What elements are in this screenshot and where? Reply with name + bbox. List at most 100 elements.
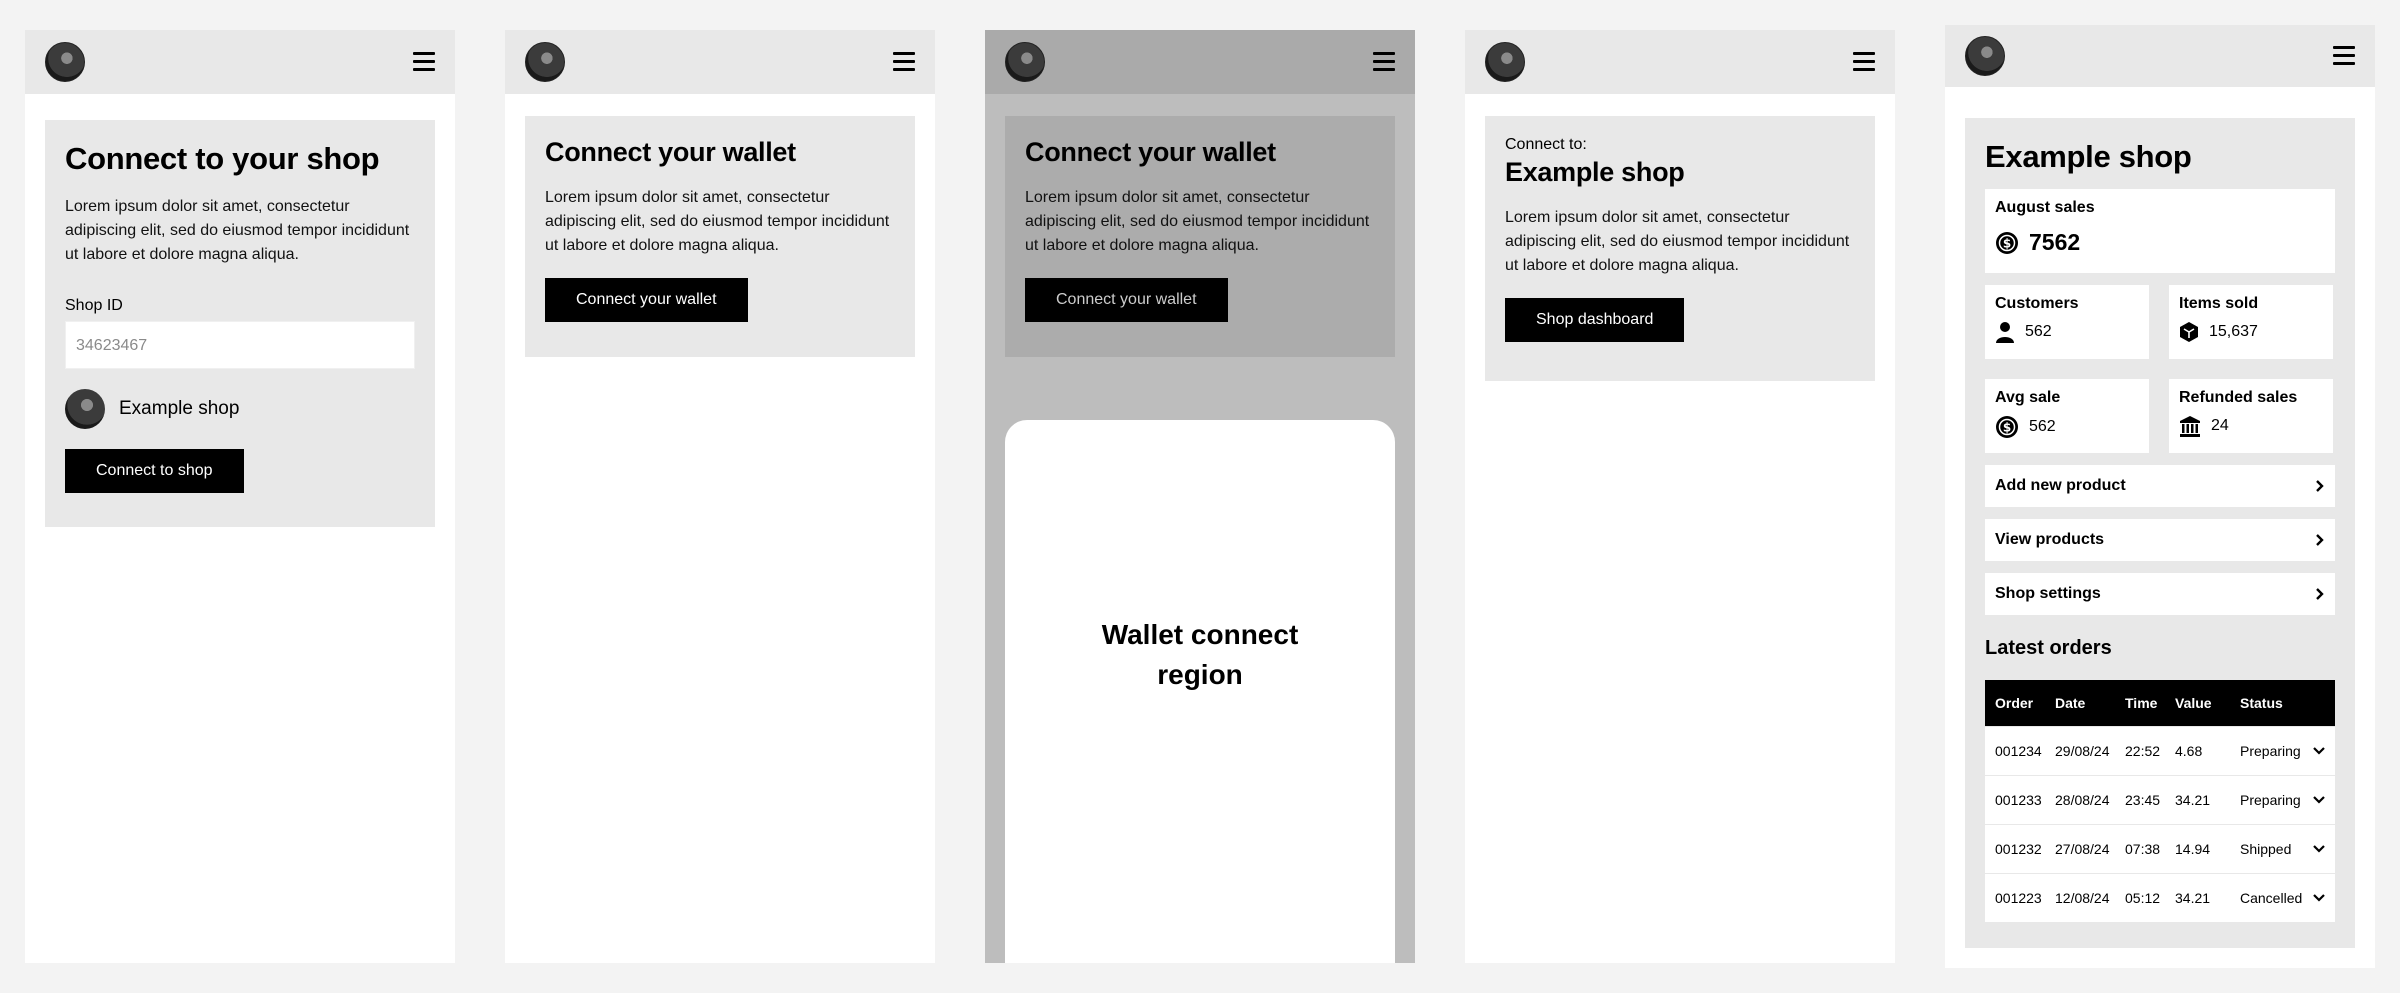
shop-item[interactable]: Example shop	[65, 389, 415, 430]
dollar-coin-icon: $	[1996, 231, 2018, 254]
top-bar	[1945, 25, 2375, 87]
dashboard-card: Example shop August sales $ 7562 Custome…	[1965, 118, 2355, 948]
box-icon	[2180, 322, 2198, 343]
avatar[interactable]	[1485, 42, 1525, 82]
order-status: Preparing	[2240, 742, 2301, 759]
order-value: 34.21	[2165, 872, 2230, 923]
order-status-cell[interactable]: Cancelled	[2230, 872, 2335, 923]
order-status-cell[interactable]: Preparing	[2230, 725, 2335, 776]
items-sold-stat: Items sold 15,637	[2169, 285, 2333, 360]
august-sales-value: 7562	[2029, 229, 2081, 256]
add-new-product-link[interactable]: Add new product	[1985, 465, 2335, 508]
order-time: 23:45	[2115, 774, 2165, 825]
shop-title: Example shop	[1985, 139, 2192, 174]
table-row[interactable]: 001223 12/08/24 05:12 34.21 Cancelled	[1985, 872, 2335, 923]
link-label: Add new product	[1995, 477, 2126, 495]
page-title: Connect to your shop	[65, 141, 380, 176]
top-bar	[25, 30, 455, 94]
chevron-down-icon[interactable]	[2313, 795, 2325, 804]
table-header: Value	[2175, 694, 2212, 711]
connect-wallet-card: Connect your wallet Lorem ipsum dolor si…	[525, 116, 915, 357]
avg-sale-value: 562	[2029, 418, 2056, 436]
link-label: View products	[1995, 531, 2105, 549]
order-status: Preparing	[2240, 791, 2301, 808]
link-label: Shop settings	[1995, 585, 2101, 603]
top-bar	[985, 30, 1415, 94]
order-date: 27/08/24	[2045, 823, 2115, 874]
menu-icon[interactable]	[413, 52, 435, 72]
august-sales-stat: August sales $ 7562	[1985, 189, 2335, 274]
menu-icon[interactable]	[1853, 52, 1875, 72]
refunded-sales-value: 24	[2211, 417, 2229, 435]
top-bar	[505, 30, 935, 94]
shop-name: Example shop	[119, 398, 240, 420]
order-status: Shipped	[2240, 840, 2292, 857]
menu-icon[interactable]	[2333, 46, 2355, 66]
table-row[interactable]: 001233 28/08/24 23:45 34.21 Preparing	[1985, 774, 2335, 825]
chevron-right-icon	[2316, 534, 2324, 547]
chevron-down-icon[interactable]	[2313, 894, 2325, 902]
avatar[interactable]	[525, 42, 565, 82]
avg-sale-stat: Avg sale $ 562	[1985, 379, 2149, 454]
order-id: 001233	[1985, 774, 2045, 825]
avatar[interactable]	[1005, 42, 1045, 82]
order-time: 05:12	[2115, 872, 2165, 923]
shop-settings-link[interactable]: Shop settings	[1985, 573, 2335, 616]
top-bar	[1465, 30, 1895, 94]
table-row[interactable]: 001232 27/08/24 07:38 14.94 Shipped	[1985, 823, 2335, 874]
screen-connect-wallet: Connect your wallet Lorem ipsum dolor si…	[505, 30, 935, 963]
chevron-right-icon	[2316, 588, 2324, 601]
screen-connect-confirm: Connect to: Example shop Lorem ipsum dol…	[1465, 30, 1895, 963]
table-header-row: Order Date Time Value Status	[1985, 680, 2335, 727]
august-sales-label: August sales	[1995, 199, 2095, 217]
wallet-connect-modal[interactable]: Wallet connect region	[1005, 420, 1395, 963]
order-value: 14.94	[2165, 823, 2230, 874]
order-value: 4.68	[2165, 725, 2230, 776]
bank-icon	[2180, 416, 2200, 438]
order-date: 29/08/24	[2045, 725, 2115, 776]
chevron-down-icon[interactable]	[2313, 844, 2325, 853]
table-header: Status	[2240, 694, 2283, 711]
stats-grid: Customers 562 Items sold 15,637 Avg sale…	[1985, 285, 2335, 454]
connect-to-label: Connect to:	[1505, 136, 1587, 153]
screen-connect-shop: Connect to your shop Lorem ipsum dolor s…	[25, 30, 455, 963]
avg-sale-label: Avg sale	[1995, 389, 2061, 407]
svg-text:$: $	[2003, 421, 2011, 435]
table-header: Time	[2125, 694, 2158, 711]
screen-wallet-modal: Connect your wallet Lorem ipsum dolor si…	[985, 30, 1415, 963]
order-time: 07:38	[2115, 823, 2165, 874]
shop-id-input[interactable]: 34623467	[65, 321, 415, 370]
customers-stat: Customers 562	[1985, 285, 2149, 360]
menu-icon[interactable]	[893, 52, 915, 72]
dollar-coin-icon: $	[1996, 416, 2018, 439]
order-status: Cancelled	[2240, 889, 2303, 906]
order-id: 001234	[1985, 725, 2045, 776]
refunded-sales-label: Refunded sales	[2179, 389, 2298, 407]
order-id: 001223	[1985, 872, 2045, 923]
table-header: Order	[1995, 694, 2034, 711]
menu-icon[interactable]	[1373, 52, 1395, 72]
table-header: Date	[2055, 694, 2086, 711]
connect-wallet-button[interactable]: Connect your wallet	[1025, 278, 1228, 323]
person-icon	[1996, 322, 2014, 344]
body-text: Lorem ipsum dolor sit amet, consectetur …	[65, 198, 410, 264]
avatar[interactable]	[45, 42, 85, 82]
order-value: 34.21	[2165, 774, 2230, 825]
order-id: 001232	[1985, 823, 2045, 874]
page-title: Connect your wallet	[545, 137, 796, 167]
shop-dashboard-button[interactable]: Shop dashboard	[1505, 298, 1685, 343]
customers-label: Customers	[1995, 295, 2079, 313]
order-status-cell[interactable]: Preparing	[2230, 774, 2335, 825]
table-row[interactable]: 001234 29/08/24 22:52 4.68 Preparing	[1985, 725, 2335, 776]
order-date: 28/08/24	[2045, 774, 2115, 825]
connect-shop-card: Connect to your shop Lorem ipsum dolor s…	[45, 120, 435, 527]
order-status-cell[interactable]: Shipped	[2230, 823, 2335, 874]
connect-wallet-button[interactable]: Connect your wallet	[545, 278, 748, 323]
chevron-down-icon[interactable]	[2313, 746, 2325, 755]
avatar[interactable]	[1965, 36, 2005, 76]
items-sold-label: Items sold	[2179, 295, 2259, 313]
order-time: 22:52	[2115, 725, 2165, 776]
shop-id-label: Shop ID	[65, 297, 123, 315]
view-products-link[interactable]: View products	[1985, 519, 2335, 562]
connect-to-shop-button[interactable]: Connect to shop	[65, 449, 244, 494]
